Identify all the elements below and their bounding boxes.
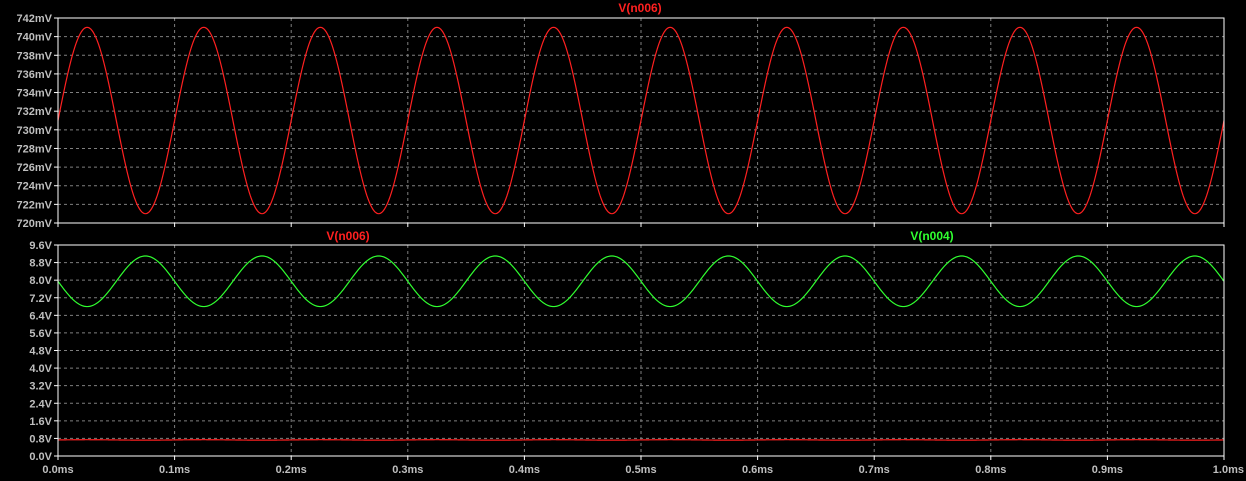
y-tick-label: 724mV	[17, 181, 53, 193]
x-tick-label: 0.3ms	[392, 464, 423, 476]
legend-upper: V(n006)	[618, 1, 661, 15]
y-axis-lower: 0.0V 0.8V 1.6V 2.4V 3.2V 4.0V 4.8V 5.6V 6.4V 7.2V…	[29, 240, 58, 463]
trace-label-v-n006[interactable]: V(n006)	[326, 229, 369, 243]
voltage-pane-lower[interactable]: 0.0V 0.8V 1.6V 2.4V 3.2V 4.0V 4.8V 5.6V 6.4V 7.2V…	[29, 229, 1244, 476]
y-tick-label: 5.6V	[29, 328, 52, 340]
y-tick-label: 734mV	[17, 88, 53, 100]
y-tick-label: 3.2V	[29, 381, 52, 393]
y-tick-label: 736mV	[17, 69, 53, 81]
x-tick-label: 0.9ms	[1092, 464, 1123, 476]
y-tick-label: 1.6V	[29, 416, 52, 428]
y-tick-label: 738mV	[17, 50, 53, 62]
x-tick-label: 0.1ms	[159, 464, 190, 476]
grid-lower	[58, 245, 1224, 456]
y-tick-label: 8.0V	[29, 275, 52, 287]
y-tick-label: 732mV	[17, 106, 53, 118]
voltage-pane-upper[interactable]: 720mV 722mV 724mV 726mV 728mV 730mV 732mV 734mV…	[17, 1, 1225, 230]
y-tick-label: 0.0V	[29, 451, 52, 463]
x-axis-lower: 0.0ms 0.1ms 0.2ms 0.3ms 0.4ms 0.5ms 0.6ms 0.7ms…	[42, 456, 1244, 476]
x-axis-upper	[57, 223, 1225, 227]
x-tick-label: 0.4ms	[509, 464, 540, 476]
y-tick-label: 722mV	[17, 199, 53, 211]
y-tick-label: 7.2V	[29, 293, 52, 305]
y-tick-label: 9.6V	[29, 240, 52, 252]
y-tick-label: 8.8V	[29, 258, 52, 270]
x-tick-label: 0.0ms	[42, 464, 73, 476]
y-tick-label: 730mV	[17, 125, 53, 137]
legend-lower: V(n006) V(n004)	[326, 229, 953, 243]
x-tick-label: 0.2ms	[276, 464, 307, 476]
y-tick-label: 728mV	[17, 143, 53, 155]
y-tick-label: 4.0V	[29, 363, 52, 375]
x-tick-label: 0.8ms	[975, 464, 1006, 476]
y-tick-label: 742mV	[17, 13, 53, 25]
y-tick-label: 740mV	[17, 32, 53, 44]
y-tick-label: 6.4V	[29, 310, 52, 322]
x-tick-label: 0.7ms	[859, 464, 890, 476]
trace-label-v-n006[interactable]: V(n006)	[618, 1, 661, 15]
waveform-viewer: 720mV 722mV 724mV 726mV 728mV 730mV 732mV 734mV…	[17, 1, 1244, 476]
y-axis-upper: 720mV 722mV 724mV 726mV 728mV 730mV 732mV 734mV…	[17, 13, 58, 230]
x-tick-label: 1.0ms	[1213, 464, 1244, 476]
x-tick-label: 0.6ms	[742, 464, 773, 476]
y-tick-label: 4.8V	[29, 346, 52, 358]
x-tick-label: 0.5ms	[625, 464, 656, 476]
y-tick-label: 720mV	[17, 218, 53, 230]
y-tick-label: 726mV	[17, 162, 53, 174]
y-tick-label: 0.8V	[29, 433, 52, 445]
trace-label-v-n004[interactable]: V(n004)	[910, 229, 953, 243]
y-tick-label: 2.4V	[29, 398, 52, 410]
